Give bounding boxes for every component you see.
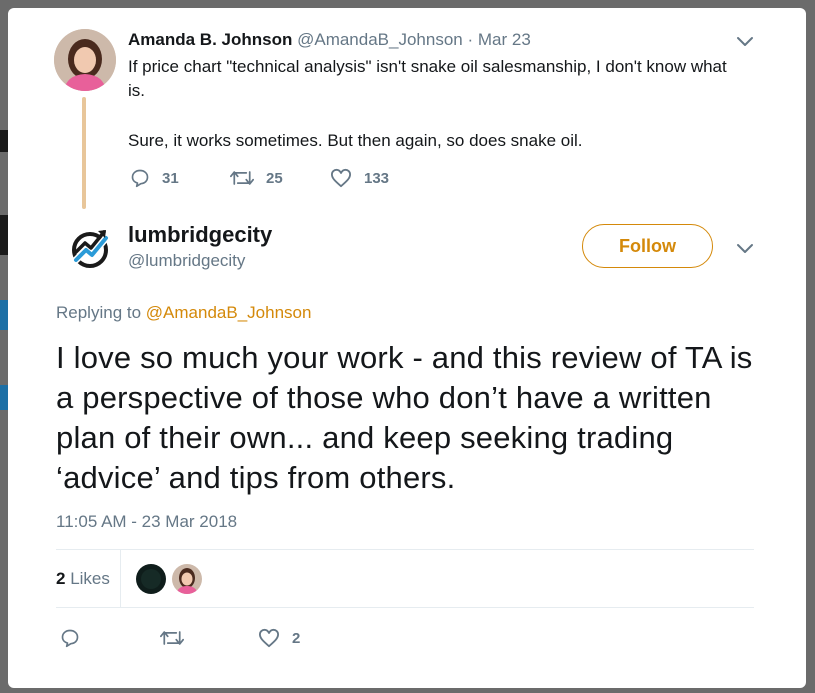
tweet-card: Amanda B. Johnson @AmandaB_Johnson · Mar… [8,8,806,688]
original-reply-count: 31 [162,169,179,187]
reply-timestamp[interactable]: 11:05 AM - 23 Mar 2018 [56,512,237,532]
heart-icon [330,168,351,188]
reply-tweet-text: I love so much your work - and this revi… [56,340,753,495]
divider [56,607,754,608]
reply-like-count: 2 [292,629,301,647]
original-tweet-paragraph: Sure, it works sometimes. But then again… [128,131,583,150]
reply-retweet-action[interactable] [160,628,184,648]
thread-connector-line [82,97,86,209]
replying-to-mention[interactable]: @AmandaB_Johnson [146,303,312,322]
header-separator: · [467,30,474,49]
heart-icon [258,628,279,648]
divider [56,549,754,550]
original-retweet-count: 25 [266,169,283,187]
likes-number: 2 [56,569,66,588]
chevron-down-icon[interactable] [736,243,754,255]
retweet-icon [160,631,184,645]
original-tweet-paragraph: If price chart "technical analysis" isn'… [128,57,727,100]
original-tweet-header: Amanda B. Johnson @AmandaB_Johnson · Mar… [128,30,531,50]
amanda-avatar[interactable] [54,29,116,91]
liker-avatar[interactable] [172,564,202,594]
likes-label: Likes [70,569,110,588]
replying-to-line: Replying to @AmandaB_Johnson [56,303,311,323]
reply-reply-action[interactable] [60,628,80,648]
reply-icon [131,169,149,188]
follow-button[interactable]: Follow [582,224,713,268]
liker-avatar[interactable] [136,564,166,594]
original-reply-action[interactable]: 31 [130,168,179,188]
original-retweet-action[interactable]: 25 [230,168,283,188]
original-like-action[interactable]: 133 [330,168,389,188]
reply-author-name[interactable]: lumbridgecity [128,222,272,248]
original-tweet-date[interactable]: Mar 23 [478,30,531,49]
replying-to-prefix: Replying to [56,303,142,322]
reply-icon [61,629,79,648]
original-like-count: 133 [364,169,390,187]
reply-like-action[interactable]: 2 [258,628,300,648]
likes-summary[interactable]: 2 Likes [56,569,110,589]
logo-icon[interactable] [70,226,114,270]
chevron-down-icon[interactable] [736,36,754,48]
original-author-handle[interactable]: @AmandaB_Johnson [297,30,463,49]
reply-author-handle[interactable]: @lumbridgecity [128,251,245,271]
original-author-name[interactable]: Amanda B. Johnson [128,30,292,49]
original-tweet-text: If price chart "technical analysis" isn'… [128,55,748,153]
retweet-icon [230,171,254,185]
vertical-divider [120,550,121,608]
